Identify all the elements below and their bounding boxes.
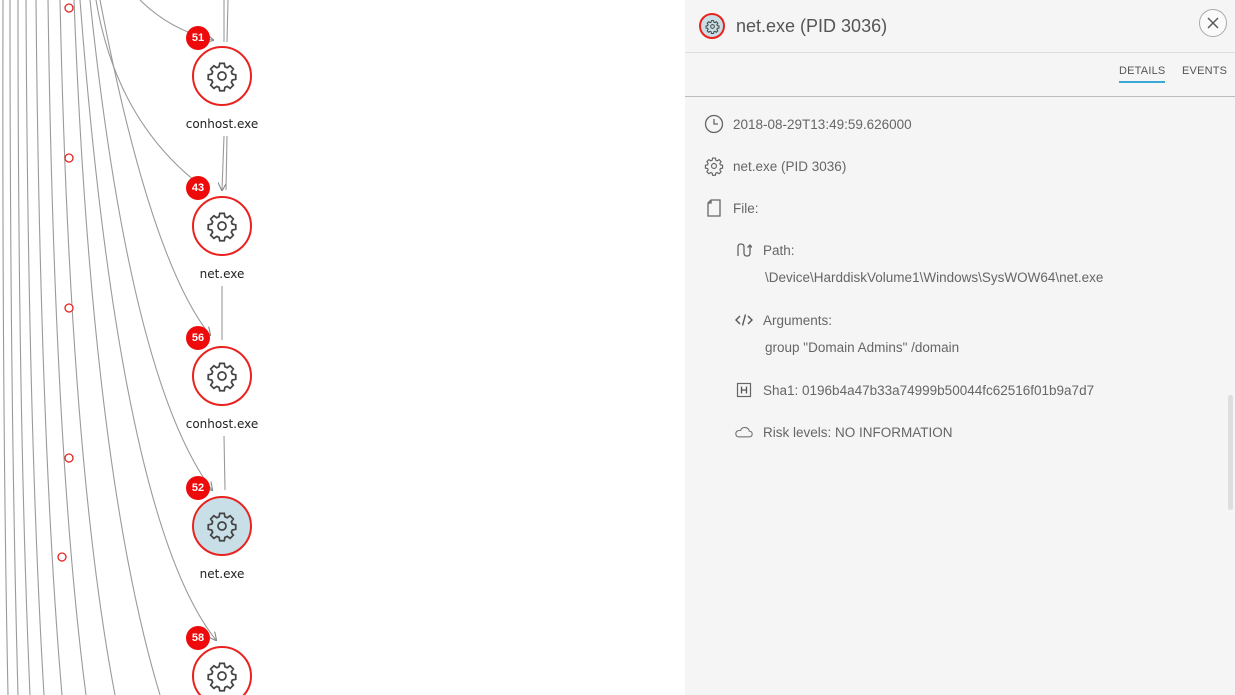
graph-edge <box>9 0 19 695</box>
details-panel: net.exe (PID 3036) DETAILS EVENTS 2018-0… <box>685 0 1235 695</box>
arguments-label: Arguments: <box>763 312 833 328</box>
node-label: net.exe <box>199 267 245 281</box>
node-badge: 51 <box>186 26 210 50</box>
edge-marker <box>64 453 74 463</box>
edge-marker <box>64 303 74 313</box>
gear-icon <box>703 155 725 177</box>
gear-icon <box>207 362 237 392</box>
path-label: Path: <box>763 242 795 258</box>
code-icon <box>735 311 753 329</box>
detail-arguments: Arguments: <box>735 311 832 329</box>
detail-process: net.exe (PID 3036) <box>703 155 846 177</box>
file-icon <box>703 197 725 219</box>
node-badge: 58 <box>186 626 210 650</box>
path-icon <box>735 241 753 259</box>
gear-icon <box>207 662 237 692</box>
edge-marker <box>64 3 74 13</box>
detail-path: Path: <box>735 241 795 259</box>
graph-edges <box>2 0 229 695</box>
sha1-value: Sha1: 0196b4a47b33a74999b50044fc62516f01… <box>763 382 1095 398</box>
graph-edge <box>226 0 229 43</box>
process-node[interactable] <box>192 46 252 106</box>
detail-sha1: Sha1: 0196b4a47b33a74999b50044fc62516f01… <box>735 381 1094 399</box>
detail-file: File: <box>703 197 759 219</box>
file-label: File: <box>733 200 759 216</box>
graph-edge <box>223 435 226 491</box>
edge-marker <box>64 153 74 163</box>
graph-edge <box>95 0 200 185</box>
graph-edge <box>222 135 224 190</box>
node-badge: 43 <box>186 176 210 200</box>
risk-value: Risk levels: NO INFORMATION <box>763 424 953 440</box>
node-label: conhost.exe <box>185 117 259 131</box>
hash-icon <box>735 381 753 399</box>
gear-icon <box>207 62 237 92</box>
node-label: conhost.exe <box>185 417 259 431</box>
node-badge: 52 <box>186 476 210 500</box>
node-badge: 56 <box>186 326 210 350</box>
panel-tabs: DETAILS EVENTS <box>685 53 1235 97</box>
process-value: net.exe (PID 3036) <box>733 158 847 174</box>
graph-edge <box>225 135 228 191</box>
graph-edge <box>73 0 161 695</box>
close-button[interactable] <box>1199 9 1227 37</box>
cloud-icon <box>735 423 753 441</box>
node-label: net.exe <box>199 567 245 581</box>
timestamp-value: 2018-08-29T13:49:59.626000 <box>733 116 912 132</box>
clock-icon <box>703 113 725 135</box>
panel-header: net.exe (PID 3036) <box>685 0 1235 53</box>
tab-details[interactable]: DETAILS <box>1119 65 1166 83</box>
graph-edge <box>17 0 31 695</box>
process-node-selected[interactable] <box>192 496 252 556</box>
gear-icon <box>207 512 237 542</box>
detail-risk: Risk levels: NO INFORMATION <box>735 423 953 441</box>
gear-icon <box>699 13 725 39</box>
close-icon <box>1207 17 1219 29</box>
tab-events[interactable]: EVENTS <box>1182 65 1227 81</box>
process-node[interactable] <box>192 196 252 256</box>
gear-icon <box>207 212 237 242</box>
arguments-value: group "Domain Admins" /domain <box>765 340 960 355</box>
panel-title: net.exe (PID 3036) <box>736 15 888 36</box>
edge-marker <box>57 552 67 562</box>
detail-timestamp: 2018-08-29T13:49:59.626000 <box>703 113 912 135</box>
scrollbar[interactable] <box>1228 395 1233 510</box>
graph-edge <box>59 0 116 695</box>
process-graph[interactable]: 51 conhost.exe 43 net.exe 56 conhost.exe… <box>0 0 685 695</box>
path-value: \Device\HarddiskVolume1\Windows\SysWOW64… <box>765 270 1104 285</box>
graph-edge <box>79 0 216 640</box>
graph-edge <box>25 0 45 695</box>
graph-edge <box>2 0 9 695</box>
process-node[interactable] <box>192 346 252 406</box>
graph-edge <box>99 0 210 335</box>
